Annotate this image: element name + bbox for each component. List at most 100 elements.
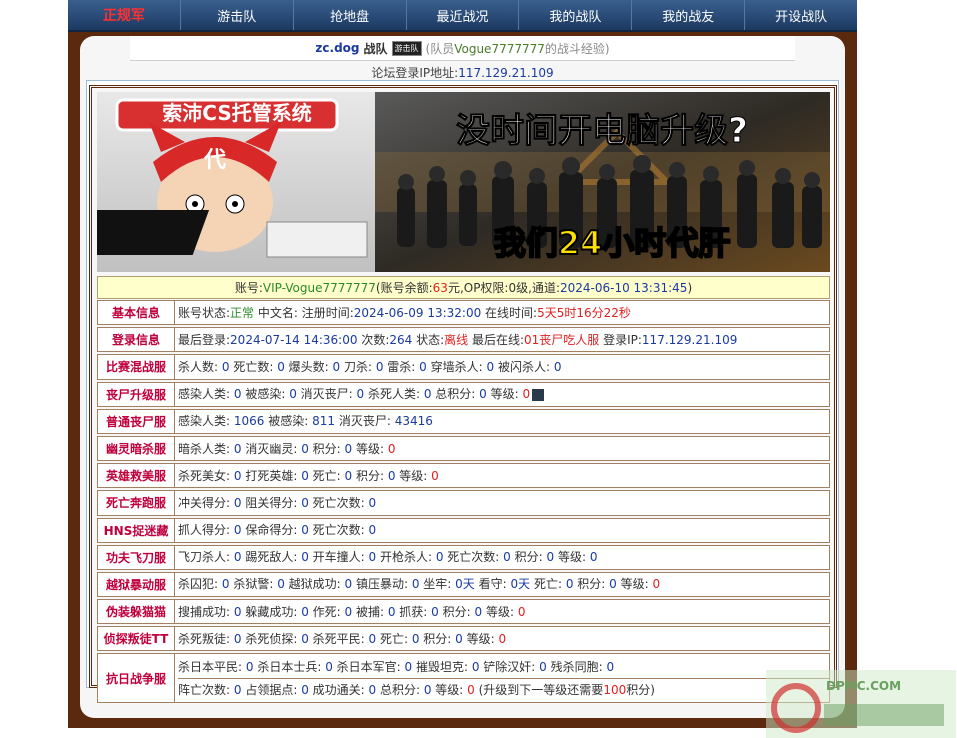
stat-label: 被感染:: [264, 414, 313, 429]
server-label[interactable]: 丧尸升级服: [98, 382, 175, 406]
left-margin: [0, 0, 68, 738]
site-watermark: DPMC.COM: [766, 670, 956, 738]
stat-line: 杀日本平民: 0 杀日本士兵: 0 杀日本军官: 0 摧毁坦克: 0 铲除汉奸:…: [178, 656, 829, 679]
server-label[interactable]: 幽灵暗杀服: [98, 436, 175, 461]
stat-label: 冲关得分:: [178, 495, 234, 510]
stat-value: 0: [431, 604, 439, 619]
stat-line: 杀囚犯: 0 杀狱警: 0 越狱成功: 0 镇压暴动: 0 坐牢: 0天 看守:…: [178, 573, 829, 595]
stat-label: 等级:: [431, 682, 468, 697]
nav-logo[interactable]: 正规军: [68, 0, 181, 30]
nav-recent[interactable]: 最近战况: [407, 0, 520, 30]
stat-values: 飞刀杀人: 0 踢死敌人: 0 开车撞人: 0 开枪杀人: 0 死亡次数: 0 …: [175, 546, 829, 569]
stat-line: 搜捕成功: 0 躲藏成功: 0 作死: 0 被捕: 0 抓获: 0 积分: 0 …: [178, 601, 829, 623]
stat-value: 0: [233, 631, 242, 646]
stat-label: 账号状态:: [178, 305, 231, 320]
stat-label: 登录IP:: [599, 332, 642, 347]
stat-label: 被闪杀人:: [494, 359, 554, 374]
stats-container: 索沛CS托管系统 代 没时间开电脑升级? 我们24小时代肝 账号: VIP-Vog…: [89, 85, 837, 704]
stat-label: 等级:: [395, 468, 432, 483]
member-name[interactable]: Vogue7777777: [454, 42, 545, 56]
stat-value: 1066: [233, 414, 265, 429]
stat-value: 0: [301, 604, 309, 619]
login-ip-value: 117.129.21.109: [458, 66, 554, 80]
server-label[interactable]: 越狱暴动服: [98, 572, 175, 597]
stat-label: 杀狱警:: [229, 577, 278, 592]
channel-time: 2024-06-10 13:31:45: [559, 280, 688, 295]
stat-label: 抓获:: [395, 604, 432, 619]
stat-value: 0: [233, 523, 242, 538]
stat-value: 0: [233, 495, 242, 510]
content-area: 索沛CS托管系统 代 没时间开电脑升级? 我们24小时代肝 账号: VIP-Vog…: [86, 80, 839, 704]
stat-value: 100: [603, 682, 627, 697]
stat-value: 0: [539, 659, 547, 674]
stat-value: 0: [301, 468, 309, 483]
stat-value: 0: [301, 682, 309, 697]
server-label[interactable]: 比赛混战服: [98, 355, 175, 379]
ad-banner[interactable]: 索沛CS托管系统 代 没时间开电脑升级? 我们24小时代肝: [97, 92, 830, 272]
stat-value: 0: [221, 577, 230, 592]
server-label[interactable]: 基本信息: [98, 301, 175, 325]
stat-row: 比赛混战服 杀人数: 0 死亡数: 0 爆头数: 0 刀杀: 0 雷杀: 0 穿墙…: [97, 354, 830, 380]
stat-value: 0: [387, 441, 396, 456]
stat-value: 0: [486, 359, 495, 374]
stat-row: 死亡奔跑服 冲关得分: 0 阻关得分: 0 死亡次数: 0: [97, 490, 830, 516]
stat-value: 0: [325, 659, 333, 674]
stat-label: 抓人得分:: [178, 523, 234, 538]
nav-my-team[interactable]: 我的战队: [519, 0, 633, 30]
nav-territory[interactable]: 抢地盘: [294, 0, 407, 30]
stat-label: 死亡次数:: [308, 523, 369, 538]
stat-values: 杀人数: 0 死亡数: 0 爆头数: 0 刀杀: 0 雷杀: 0 穿墙杀人: 0…: [175, 355, 829, 378]
stat-value: 0: [301, 495, 309, 510]
banner-headline: 没时间开电脑升级?: [456, 111, 748, 151]
stat-value: 0: [344, 604, 353, 619]
stat-row: 幽灵暗杀服 暗杀人类: 0 消灭幽灵: 0 积分: 0 等级: 0: [97, 435, 830, 462]
stat-row: 基本信息 账号状态:正常 中文名: 注册时间:2024-06-09 13:32:0…: [97, 300, 830, 326]
nav-create-team[interactable]: 开设战队: [745, 0, 857, 30]
op-level: 0级: [508, 281, 529, 295]
stat-value: 264: [389, 332, 413, 347]
stat-label: 中文名: 注册时间:: [254, 305, 354, 320]
server-label[interactable]: 侦探叛徒TT: [98, 627, 175, 651]
team-badge: 游击队: [391, 40, 422, 56]
server-label[interactable]: 英雄救美服: [98, 464, 175, 488]
nav-my-friends[interactable]: 我的战友: [632, 0, 746, 30]
server-label[interactable]: HNS捉迷藏: [98, 518, 175, 542]
stat-value: 43416: [394, 414, 433, 429]
stat-value: 0: [368, 682, 377, 697]
stat-value: 0: [301, 550, 309, 565]
stats-table: 基本信息 账号状态:正常 中文名: 注册时间:2024-06-09 13:32:0…: [97, 300, 830, 705]
server-label[interactable]: 登录信息: [98, 328, 175, 352]
stat-value: 0: [233, 441, 242, 456]
stat-label: 杀死美女:: [178, 468, 234, 483]
server-label[interactable]: 伪装躲猫猫: [98, 600, 175, 624]
stat-label: 越狱成功:: [284, 577, 345, 592]
stat-line: 抓人得分: 0 保命得分: 0 死亡次数: 0: [178, 519, 829, 541]
stat-label: 被感染:: [241, 387, 290, 402]
stat-value: 0: [368, 523, 377, 538]
stat-label: 杀日本士兵:: [253, 659, 326, 674]
nav-guerrilla[interactable]: 游击队: [181, 0, 294, 30]
stat-label: 成功通关:: [308, 682, 369, 697]
stat-value: 0: [344, 441, 353, 456]
stat-value: 0: [344, 577, 353, 592]
rank-icon: [532, 388, 545, 401]
team-name[interactable]: zc.dog: [315, 41, 359, 55]
server-label[interactable]: 死亡奔跑服: [98, 491, 175, 515]
stat-values: 杀日本平民: 0 杀日本士兵: 0 杀日本军官: 0 摧毁坦克: 0 铲除汉奸:…: [175, 654, 829, 702]
stat-value: 0: [301, 523, 309, 538]
stat-value: 0天: [455, 577, 475, 592]
stat-line: 暗杀人类: 0 消灭幽灵: 0 积分: 0 等级: 0: [178, 438, 829, 460]
member-info: (队员Vogue7777777的战斗经验): [425, 41, 610, 56]
stat-label: 杀死侦探:: [241, 631, 302, 646]
stat-value: 0: [301, 441, 309, 456]
server-label[interactable]: 功夫飞刀服: [98, 545, 175, 569]
stat-label: 杀死叛徒:: [178, 631, 234, 646]
stat-label: 开车撞人:: [308, 550, 369, 565]
server-label[interactable]: 普通丧尸服: [98, 409, 175, 433]
stat-line: 账号状态:正常 中文名: 注册时间:2024-06-09 13:32:00 在线…: [178, 302, 829, 324]
stat-value: 0: [233, 550, 242, 565]
stat-label: 铲除汉奸:: [479, 659, 540, 674]
stat-label: 打死英雄:: [241, 468, 302, 483]
server-label[interactable]: 抗日战争服: [98, 654, 175, 703]
stat-label: 等级:: [554, 550, 590, 565]
